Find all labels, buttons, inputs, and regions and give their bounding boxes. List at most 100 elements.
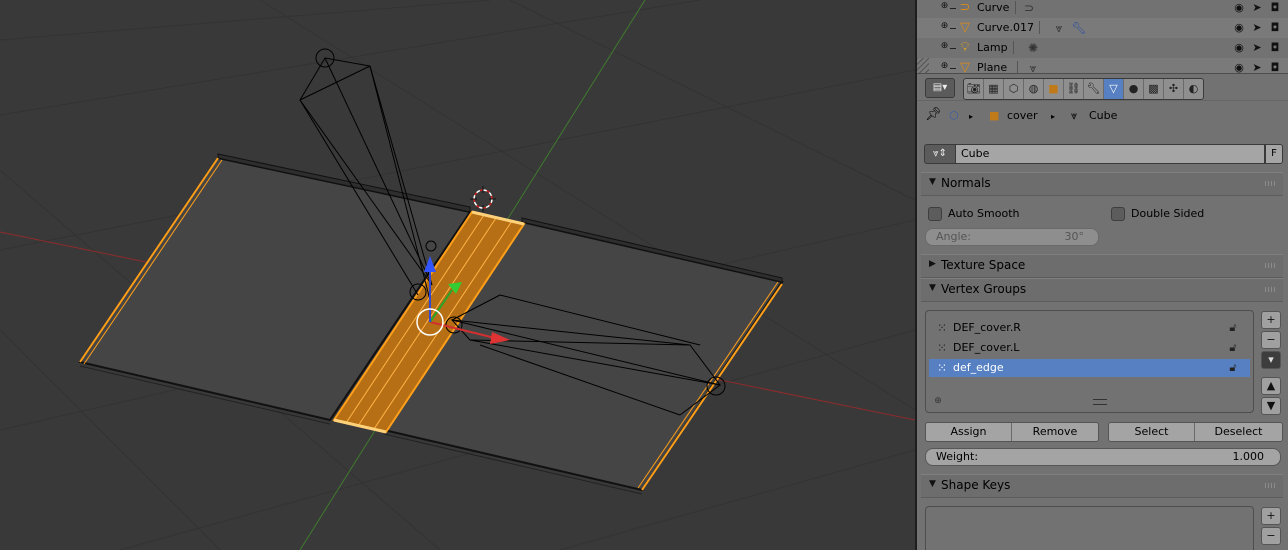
- tab-texture[interactable]: ▩: [1144, 79, 1164, 99]
- outliner[interactable]: ⊕ ⊃ Curve ⊃ ◉ ➤ ◘ ⊕ ▽ Curve.017 ⩔ 🔧︎ ◉ ➤…: [917, 0, 1288, 74]
- tab-data[interactable]: ▽: [1104, 79, 1124, 99]
- breadcrumb-arrow-icon: ▸: [969, 112, 974, 121]
- vertex-group-name[interactable]: def_edge: [953, 361, 1004, 374]
- add-shape-key-button[interactable]: +: [1261, 507, 1281, 525]
- expand-icon[interactable]: ⊕: [940, 22, 949, 31]
- assign-remove-group: Assign Remove: [925, 422, 1099, 442]
- shape-keys-panel-header[interactable]: ▼ Shape Keys: [921, 474, 1283, 498]
- assign-button[interactable]: Assign: [926, 423, 1012, 441]
- tab-constraints[interactable]: ⛓︎: [1064, 79, 1084, 99]
- normals-panel-header[interactable]: ▼ Normals: [921, 172, 1283, 196]
- list-resize-handle[interactable]: [1093, 399, 1107, 405]
- outliner-item-name[interactable]: Lamp: [977, 41, 1008, 54]
- vertex-group-list[interactable]: ⁙ DEF_cover.R 🔓︎ ⁙ DEF_cover.L 🔓︎ ⁙ def_…: [925, 310, 1254, 413]
- eye-icon[interactable]: ◉: [1231, 20, 1247, 36]
- separator: [1013, 41, 1014, 54]
- texture-space-panel-header[interactable]: ▶ Texture Space: [921, 254, 1283, 278]
- mesh-object-icon: ▽: [960, 20, 970, 35]
- area-resize-hatch[interactable]: [917, 58, 929, 73]
- vertex-group-specials-button[interactable]: ▾: [1261, 351, 1281, 369]
- vertex-group-item[interactable]: ⁙ DEF_cover.L 🔓︎: [929, 339, 1250, 357]
- shape-key-list[interactable]: [925, 506, 1254, 550]
- slider-label: Angle:: [936, 230, 972, 243]
- eye-icon[interactable]: ◉: [1231, 0, 1247, 16]
- add-vertex-group-button[interactable]: +: [1261, 311, 1281, 329]
- pin-icon[interactable]: 📌︎: [925, 107, 942, 122]
- drag-grip-icon[interactable]: [1265, 483, 1277, 488]
- outliner-row-lamp[interactable]: ⊕ 💡︎ Lamp ✺ ◉ ➤ ◘: [917, 38, 1288, 58]
- tree-line: [950, 8, 956, 9]
- select-button[interactable]: Select: [1109, 423, 1195, 441]
- mesh-data-icon[interactable]: ⩔: [1051, 20, 1067, 36]
- list-filter-icon[interactable]: ⊕: [933, 396, 943, 406]
- outliner-item-name[interactable]: Plane: [977, 61, 1007, 73]
- remove-vertex-group-button[interactable]: −: [1261, 331, 1281, 349]
- curve-icon: ⊃: [959, 0, 971, 15]
- wrench-icon[interactable]: 🔧︎: [1071, 20, 1087, 36]
- eye-icon[interactable]: ◉: [1231, 60, 1247, 73]
- lock-icon[interactable]: 🔓︎: [1226, 360, 1240, 376]
- vertex-groups-panel-header[interactable]: ▼ Vertex Groups: [921, 278, 1283, 302]
- lock-icon[interactable]: 🔓︎: [1226, 320, 1240, 336]
- fake-user-button[interactable]: F: [1265, 144, 1283, 164]
- cursor-select-icon[interactable]: ➤: [1249, 40, 1265, 56]
- collapse-arrow-icon: ▼: [929, 479, 936, 489]
- vertex-group-icon: ⁙: [936, 341, 948, 355]
- cursor-select-icon[interactable]: ➤: [1249, 0, 1265, 16]
- browse-mesh-button[interactable]: ⩔⇕: [924, 144, 956, 164]
- lock-icon[interactable]: 🔓︎: [1226, 340, 1240, 356]
- move-up-button[interactable]: ▲: [1261, 377, 1281, 395]
- outliner-row-plane[interactable]: ⊕ ▽ Plane ⩔ ◉ ➤ ◘: [917, 58, 1288, 73]
- tab-particles[interactable]: ✣: [1164, 79, 1184, 99]
- expand-arrow-icon: ▶: [929, 259, 936, 269]
- expand-icon[interactable]: ⊕: [940, 42, 949, 51]
- tab-render-layers[interactable]: ▦: [984, 79, 1004, 99]
- editor-type-menu[interactable]: ▤▾: [925, 78, 955, 98]
- tab-world[interactable]: ◍: [1024, 79, 1044, 99]
- camera-render-icon[interactable]: ◘: [1267, 60, 1283, 73]
- weight-slider[interactable]: Weight: 1.000: [925, 448, 1281, 466]
- eye-icon[interactable]: ◉: [1231, 40, 1247, 56]
- scene-icon: ⬡: [949, 109, 959, 122]
- tab-scene[interactable]: ⬡: [1004, 79, 1024, 99]
- mesh-name-field[interactable]: Cube: [955, 144, 1265, 164]
- lamp-data-icon[interactable]: ✺: [1025, 40, 1041, 56]
- outliner-row-curve[interactable]: ⊕ ⊃ Curve ⊃ ◉ ➤ ◘: [917, 0, 1288, 18]
- mesh-datablock-selector: ⩔⇕ Cube F: [924, 144, 1283, 164]
- 3d-viewport[interactable]: [0, 0, 915, 550]
- expand-icon[interactable]: ⊕: [940, 62, 949, 71]
- drag-grip-icon[interactable]: [1265, 287, 1277, 292]
- move-down-button[interactable]: ▼: [1261, 397, 1281, 415]
- checkbox-box[interactable]: [928, 207, 942, 221]
- vertex-group-name[interactable]: DEF_cover.R: [953, 321, 1021, 334]
- drag-grip-icon[interactable]: [1265, 263, 1277, 268]
- remove-shape-key-button[interactable]: −: [1261, 527, 1281, 545]
- remove-button[interactable]: Remove: [1012, 423, 1098, 441]
- tab-modifiers[interactable]: 🔧︎: [1084, 79, 1104, 99]
- object-cube-icon: ■: [989, 109, 1000, 122]
- tab-physics[interactable]: ◐: [1184, 79, 1203, 99]
- tab-object[interactable]: ■: [1044, 79, 1064, 99]
- camera-render-icon[interactable]: ◘: [1267, 0, 1283, 16]
- vertex-group-item-selected[interactable]: ⁙ def_edge 🔓︎: [929, 359, 1250, 377]
- vertex-group-icon: ⁙: [936, 321, 948, 335]
- vertex-group-name[interactable]: DEF_cover.L: [953, 341, 1019, 354]
- outliner-item-name[interactable]: Curve: [977, 1, 1009, 14]
- slider-value: 1.000: [1232, 450, 1265, 463]
- curve-data-icon[interactable]: ⊃: [1021, 0, 1037, 16]
- camera-render-icon[interactable]: ◘: [1267, 20, 1283, 36]
- outliner-item-name[interactable]: Curve.017: [977, 21, 1034, 34]
- angle-slider-disabled[interactable]: Angle: 30°: [925, 228, 1099, 246]
- expand-icon[interactable]: ⊕: [940, 2, 949, 11]
- tab-render[interactable]: 📷︎: [964, 79, 984, 99]
- cursor-select-icon[interactable]: ➤: [1249, 20, 1265, 36]
- drag-grip-icon[interactable]: [1265, 181, 1277, 186]
- camera-render-icon[interactable]: ◘: [1267, 40, 1283, 56]
- mesh-data-icon[interactable]: ⩔: [1025, 60, 1041, 73]
- tab-material[interactable]: ●: [1124, 79, 1144, 99]
- vertex-group-item[interactable]: ⁙ DEF_cover.R 🔓︎: [929, 319, 1250, 337]
- checkbox-box[interactable]: [1111, 207, 1125, 221]
- cursor-select-icon[interactable]: ➤: [1249, 60, 1265, 73]
- outliner-row-curve-017[interactable]: ⊕ ▽ Curve.017 ⩔ 🔧︎ ◉ ➤ ◘: [917, 18, 1288, 38]
- deselect-button[interactable]: Deselect: [1195, 423, 1282, 441]
